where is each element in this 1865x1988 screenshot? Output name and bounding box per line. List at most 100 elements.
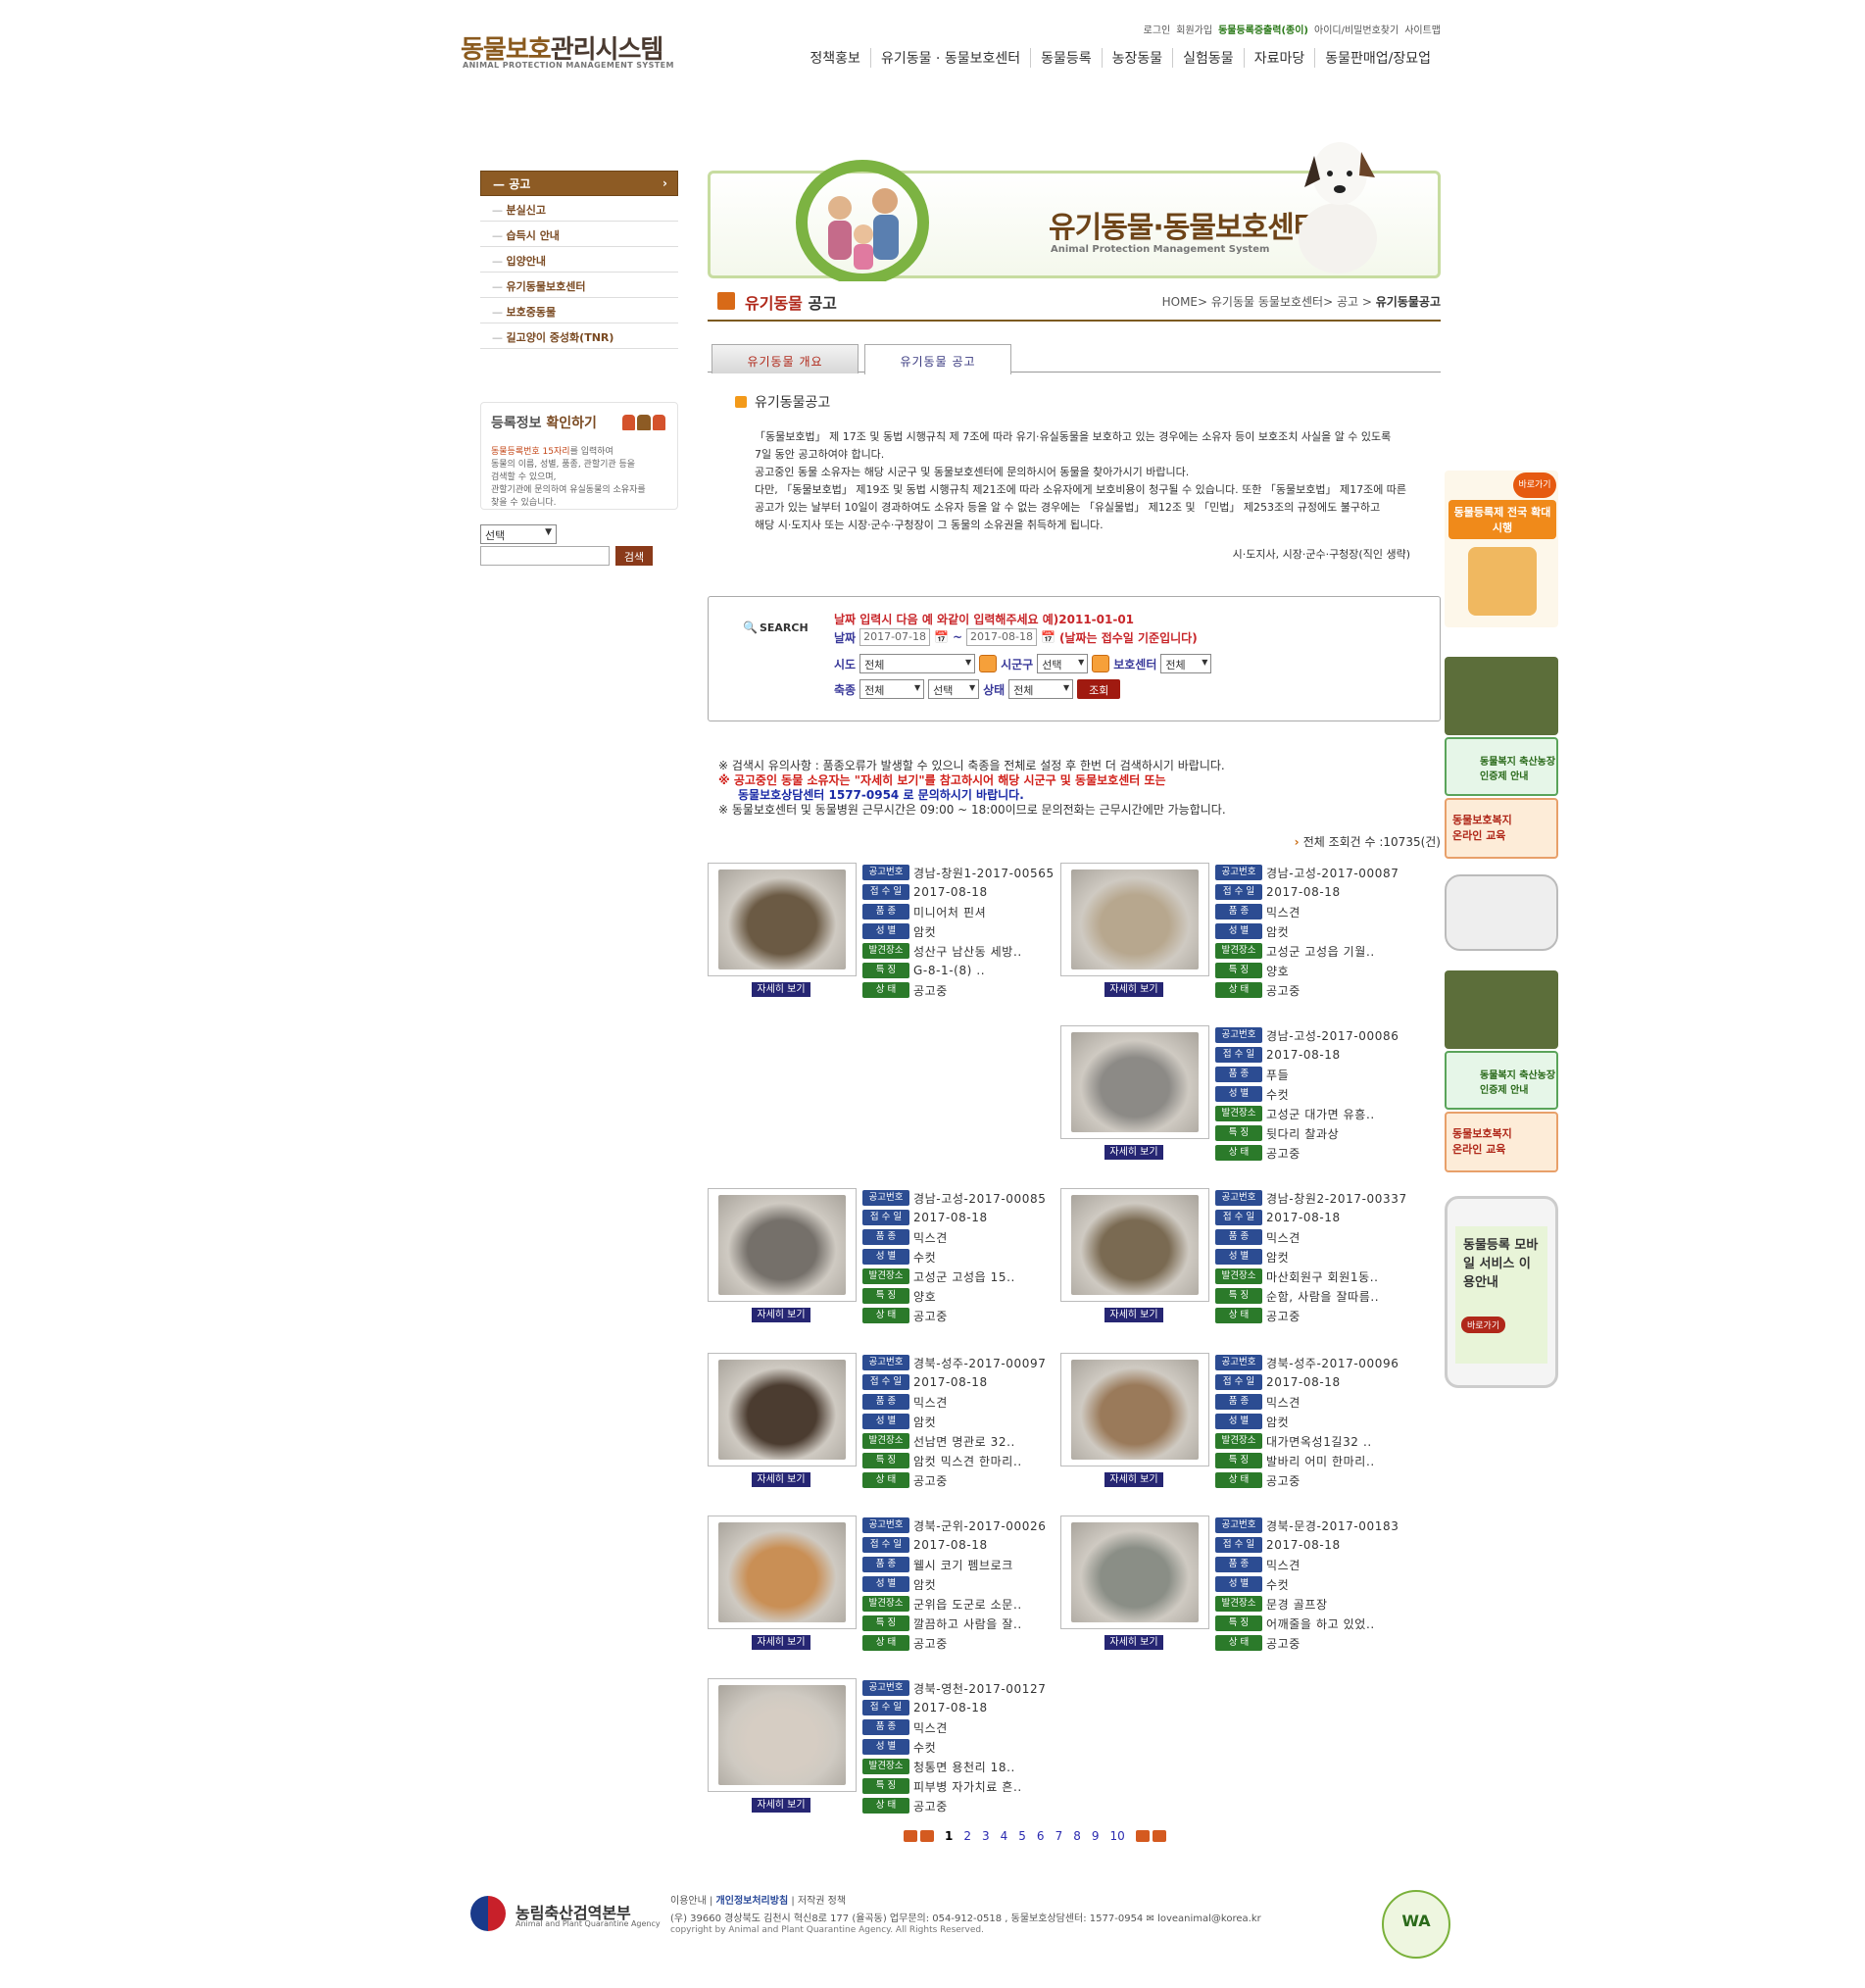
gnb-item[interactable]: 실험동물 bbox=[1172, 48, 1244, 68]
gnb-item[interactable]: 동물판매업/장묘업 bbox=[1314, 48, 1441, 68]
detail-button[interactable]: 자세히 보기 bbox=[752, 1472, 810, 1487]
calendar-icon[interactable]: 📅 bbox=[1041, 630, 1055, 644]
page-link[interactable]: 9 bbox=[1092, 1829, 1100, 1843]
welfare-farm-banner-2[interactable]: 동물복지 축산농장 인증제 안내 bbox=[1445, 1051, 1558, 1110]
breed-select[interactable]: 선택 bbox=[928, 679, 980, 699]
detail-button[interactable]: 자세히 보기 bbox=[752, 1308, 810, 1322]
info-sex: 성 별 수컷 bbox=[862, 1737, 1058, 1757]
animal-photo[interactable] bbox=[708, 1353, 857, 1466]
kind-select[interactable]: 전체 bbox=[859, 679, 925, 699]
detail-button[interactable]: 자세히 보기 bbox=[752, 1635, 810, 1650]
side-nav-item[interactable]: 보호중동물 bbox=[480, 298, 678, 323]
online-education-banner-2[interactable]: 동물보호복지 온라인 교육 bbox=[1445, 1112, 1558, 1172]
animal-photo[interactable] bbox=[1060, 1353, 1209, 1466]
page-link[interactable]: 7 bbox=[1055, 1829, 1063, 1843]
side-nav-item[interactable]: 습득시 안내 bbox=[480, 222, 678, 247]
prev-page-icon[interactable] bbox=[920, 1830, 934, 1842]
animal-photo[interactable] bbox=[708, 863, 857, 976]
content-tabs: 유기동물 개요 유기동물 공고 bbox=[708, 341, 1441, 374]
animal-photo[interactable] bbox=[1060, 1188, 1209, 1302]
info-date: 접 수 일 2017-08-18 bbox=[862, 1208, 1058, 1227]
welfare-farm-banner[interactable]: 동물복지 축산농장 인증제 안내 bbox=[1445, 737, 1558, 796]
detail-button[interactable]: 자세히 보기 bbox=[1104, 982, 1163, 997]
info-date: 접 수 일 2017-08-18 bbox=[862, 1372, 1058, 1392]
sigungu-select[interactable]: 선택 bbox=[1037, 654, 1089, 673]
page-link[interactable]: 10 bbox=[1109, 1829, 1124, 1843]
detail-button[interactable]: 자세히 보기 bbox=[752, 982, 810, 997]
tab-notice[interactable]: 유기동물 공고 bbox=[864, 344, 1011, 374]
gnb-item[interactable]: 농장동물 bbox=[1101, 48, 1173, 68]
animal-card: 자세히 보기 공고번호 경남-고성-2017-00086 접 수 일 2017-08-1… bbox=[1060, 1025, 1413, 1182]
page-link[interactable]: 8 bbox=[1073, 1829, 1081, 1843]
util-print-cert[interactable]: 동물등록증출력(종이) bbox=[1218, 22, 1308, 36]
gnb-item[interactable]: 유기동물 · 동물보호센터 bbox=[869, 48, 1030, 68]
calendar-icon[interactable]: 📅 bbox=[934, 630, 949, 644]
date-from-input[interactable]: 2017-07-18 bbox=[859, 628, 931, 646]
info-notice-no: 공고번호 경남-창원1-2017-00565 bbox=[862, 863, 1058, 882]
animal-photo-image bbox=[718, 1685, 846, 1785]
detail-button[interactable]: 자세히 보기 bbox=[1104, 1308, 1163, 1322]
animal-photo[interactable] bbox=[708, 1516, 857, 1629]
welfare-poster-banner-2[interactable] bbox=[1445, 970, 1558, 1049]
side-nav-item[interactable]: 분실신고 bbox=[480, 196, 678, 222]
animal-photo[interactable] bbox=[708, 1678, 857, 1792]
page-link[interactable]: 3 bbox=[982, 1829, 990, 1843]
last-page-icon[interactable] bbox=[1152, 1830, 1166, 1842]
page-link[interactable]: 4 bbox=[1001, 1829, 1008, 1843]
footer-link-privacy[interactable]: 개인정보처리방침 bbox=[716, 1896, 789, 1907]
animal-photo-image bbox=[718, 1360, 846, 1460]
animal-photo[interactable] bbox=[1060, 1516, 1209, 1629]
tab-overview[interactable]: 유기동물 개요 bbox=[712, 344, 859, 373]
detail-button[interactable]: 자세히 보기 bbox=[1104, 1635, 1163, 1650]
animal-photo-image bbox=[1071, 1032, 1199, 1132]
info-state: 상 태 공고중 bbox=[862, 1633, 1058, 1653]
footer-link-copyright[interactable]: 저작권 정책 bbox=[798, 1896, 846, 1907]
gnb-item[interactable]: 자료마당 bbox=[1243, 48, 1315, 68]
info-breed: 품 종 미니어처 핀셔 bbox=[862, 902, 1058, 921]
first-page-icon[interactable] bbox=[904, 1830, 917, 1842]
detail-button[interactable]: 자세히 보기 bbox=[752, 1798, 810, 1813]
registration-check-desc: 동물등록번호 15자리를 입력하여 동물의 이름, 성별, 품종, 관할기관 등… bbox=[491, 447, 646, 508]
page-link[interactable]: 2 bbox=[963, 1829, 971, 1843]
side-nav-item[interactable]: 입양안내 bbox=[480, 247, 678, 273]
footer-link-guide[interactable]: 이용안내 bbox=[670, 1896, 707, 1907]
search-submit-button[interactable]: 조회 bbox=[1077, 679, 1121, 699]
registration-expansion-banner[interactable]: 동물등록제 전국 확대시행 바로가기 bbox=[1445, 471, 1558, 627]
side-nav-item[interactable]: 길고양이 중성화(TNR) bbox=[480, 323, 678, 349]
state-select[interactable]: 전체 bbox=[1008, 679, 1074, 699]
detail-button[interactable]: 자세히 보기 bbox=[1104, 1145, 1163, 1160]
info-sex: 성 별 암컷 bbox=[1215, 1247, 1411, 1267]
mobile-service-banner[interactable]: 동물등록 모바일 서비스 이용안내 바로가기 bbox=[1445, 1196, 1558, 1388]
info-state: 상 태 공고중 bbox=[862, 980, 1058, 1000]
person-icon bbox=[1092, 655, 1110, 672]
side-nav-current[interactable]: — 공고 › bbox=[480, 171, 678, 196]
animal-photo[interactable] bbox=[1060, 863, 1209, 976]
registration-type-select[interactable]: 선택 ▼ bbox=[480, 524, 557, 544]
registration-search-button[interactable]: 검색 bbox=[615, 546, 653, 566]
search-date-row: 날짜 2017-07-18 📅 ~ 2017-08-18 📅 (날짜는 접수일 기준… bbox=[834, 628, 1198, 646]
util-sitemap[interactable]: 사이트맵 bbox=[1404, 22, 1441, 36]
gnb-item[interactable]: 동물등록 bbox=[1030, 48, 1102, 68]
date-to-input[interactable]: 2017-08-18 bbox=[966, 628, 1037, 646]
detail-button[interactable]: 자세히 보기 bbox=[1104, 1472, 1163, 1487]
sido-select[interactable]: 전체 bbox=[859, 654, 976, 673]
mobile-dog-banner[interactable] bbox=[1445, 874, 1558, 951]
online-education-banner[interactable]: 동물보호복지 온라인 교육 bbox=[1445, 798, 1558, 859]
registration-number-input[interactable] bbox=[480, 546, 610, 566]
welfare-poster-banner[interactable] bbox=[1445, 657, 1558, 735]
util-join[interactable]: 회원가입 bbox=[1176, 22, 1212, 36]
next-page-icon[interactable] bbox=[1135, 1830, 1150, 1842]
util-find-id[interactable]: 아이디/비밀번호찾기 bbox=[1314, 22, 1399, 36]
page-link[interactable]: 5 bbox=[1018, 1829, 1026, 1843]
side-nav-item[interactable]: 유기동물보호센터 bbox=[480, 273, 678, 298]
info-breed: 품 종 믹스견 bbox=[862, 1717, 1058, 1737]
animal-photo[interactable] bbox=[1060, 1025, 1209, 1139]
notice-text: 「동물보호법」 제 17조 및 동법 시행규칙 제 7조에 따라 유기·유실동물… bbox=[755, 430, 1407, 531]
util-login[interactable]: 로그인 bbox=[1144, 22, 1171, 36]
gnb-item[interactable]: 정책홍보 bbox=[800, 48, 870, 68]
center-select[interactable]: 전체 bbox=[1160, 654, 1212, 673]
animal-photo[interactable] bbox=[708, 1188, 857, 1302]
info-state: 상 태 공고중 bbox=[1215, 1470, 1411, 1490]
page-link[interactable]: 6 bbox=[1037, 1829, 1045, 1843]
info-date: 접 수 일 2017-08-18 bbox=[862, 1698, 1058, 1717]
